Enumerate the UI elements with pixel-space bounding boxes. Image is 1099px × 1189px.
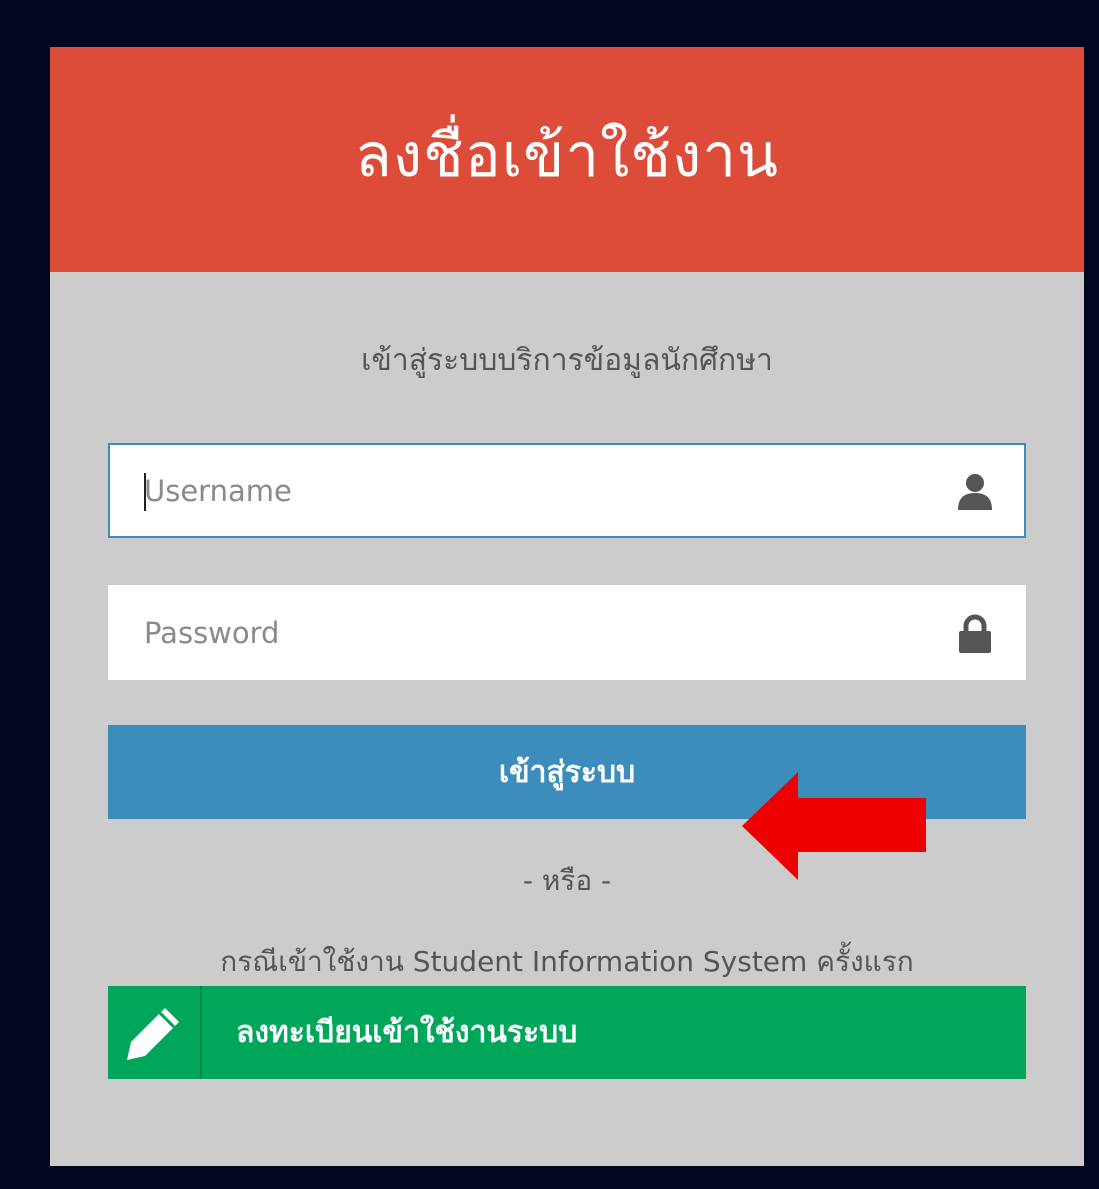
register-label: ลงทะเบียนเข้าใช้งานระบบ — [236, 1015, 578, 1050]
card-header: ลงชื่อเข้าใช้งาน — [50, 47, 1084, 272]
text-caret — [144, 473, 146, 511]
password-input[interactable] — [110, 587, 1024, 678]
pencil-icon — [127, 1007, 179, 1060]
register-icon-box — [108, 986, 202, 1079]
lock-icon — [959, 614, 991, 653]
page-title: ลงชื่อเข้าใช้งาน — [354, 121, 780, 191]
username-field[interactable] — [108, 443, 1026, 538]
username-input[interactable] — [110, 445, 1024, 536]
register-button[interactable]: ลงทะเบียนเข้าใช้งานระบบ — [108, 986, 1026, 1079]
login-card: ลงชื่อเข้าใช้งาน เข้าสู่ระบบบริการข้อมูล… — [50, 47, 1084, 1166]
user-icon — [958, 474, 992, 510]
or-divider: - หรือ - — [522, 864, 612, 897]
login-subtitle: เข้าสู่ระบบบริการข้อมูลนักศึกษา — [361, 343, 773, 378]
first-time-note: กรณีเข้าใช้งาน Student Information Syste… — [220, 945, 914, 978]
password-field[interactable] — [108, 585, 1026, 680]
